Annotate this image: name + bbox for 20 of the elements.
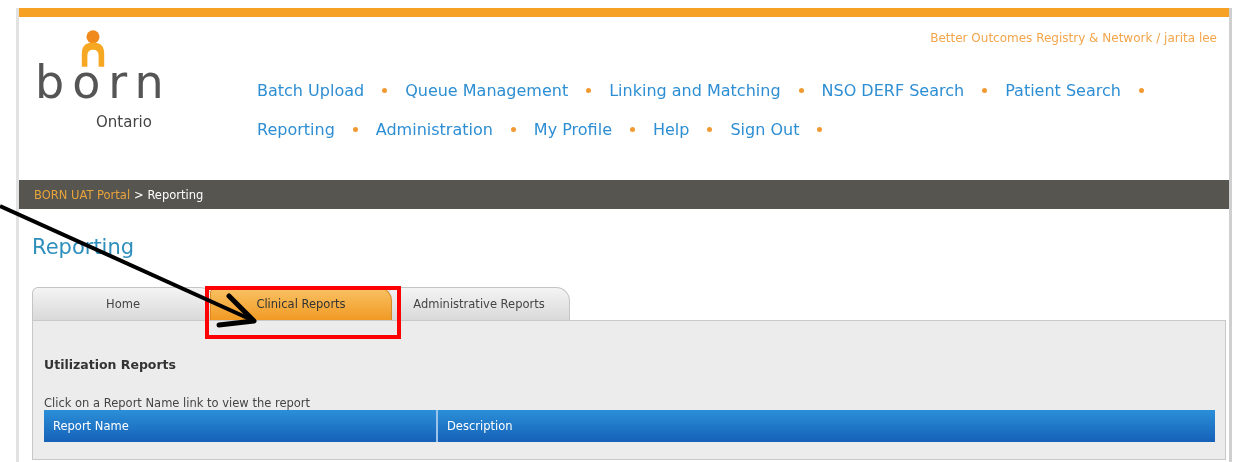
column-header[interactable]: Description bbox=[438, 410, 1215, 442]
logo-word: born bbox=[35, 59, 172, 105]
org-user-text: Better Outcomes Registry & Network / jarita lee bbox=[930, 31, 1217, 45]
nav-link[interactable]: Batch Upload bbox=[257, 81, 365, 100]
column-header[interactable]: Report Name bbox=[44, 410, 438, 442]
nav-link[interactable]: Reporting bbox=[257, 120, 335, 139]
nav-link[interactable]: Administration bbox=[375, 120, 493, 139]
nav-link[interactable]: Linking and Matching bbox=[609, 81, 781, 100]
nav-link[interactable]: NSO DERF Search bbox=[821, 81, 965, 100]
nav-link[interactable]: Sign Out bbox=[730, 120, 800, 139]
nav-link[interactable]: Queue Management bbox=[405, 81, 569, 100]
breadcrumb-link[interactable]: BORN UAT Portal bbox=[34, 187, 131, 202]
breadcrumb-current: > Reporting bbox=[134, 187, 204, 202]
nav-link[interactable]: Help bbox=[652, 120, 690, 139]
tab[interactable]: Administrative Reports bbox=[388, 287, 570, 320]
section-heading: Utilization Reports bbox=[44, 357, 177, 372]
nav-link[interactable]: Patient Search bbox=[1005, 81, 1121, 100]
logo-region: Ontario bbox=[96, 113, 152, 131]
instruction-text: Click on a Report Name link to view the report bbox=[44, 396, 312, 410]
nav-link[interactable]: My Profile bbox=[533, 120, 612, 139]
